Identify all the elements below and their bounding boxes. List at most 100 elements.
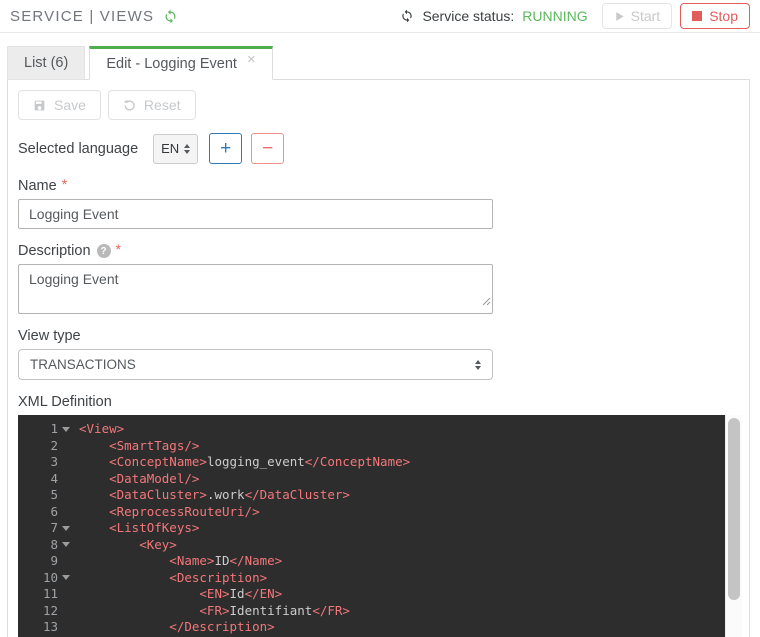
fold-arrow-icon[interactable] (58, 537, 74, 554)
code-line: 8 <Key> (18, 537, 725, 554)
close-tab-icon[interactable]: × (247, 51, 256, 68)
line-number: 10 (42, 569, 58, 585)
description-label: Description (18, 243, 91, 259)
stop-icon (692, 11, 703, 21)
name-input[interactable] (18, 199, 493, 229)
code-line: 5 <DataCluster>.work</DataCluster> (18, 487, 725, 504)
code-text: <DataModel/> (109, 470, 200, 486)
name-label: Name (18, 178, 57, 194)
gutter-spacer (58, 619, 74, 636)
gutter-spacer (58, 553, 74, 570)
line-number: 1 (50, 421, 58, 436)
code-line: 3 <ConceptName>logging_event</ConceptName… (18, 454, 725, 471)
gutter-spacer (58, 471, 74, 488)
gutter-spacer (58, 586, 74, 603)
service-status-value: RUNNING (522, 8, 588, 24)
page-title: SERVICE | VIEWS (10, 7, 155, 25)
code-line: 13 </Description> (18, 619, 725, 636)
view-type-field: View type TRANSACTIONS (18, 328, 739, 380)
add-language-button[interactable]: + (209, 133, 243, 164)
editor-scrollbar[interactable] (725, 415, 742, 637)
line-number: 2 (50, 437, 58, 453)
save-button[interactable]: Save (18, 90, 101, 120)
code-text: <View> (79, 421, 125, 436)
scrollbar-thumb[interactable] (728, 418, 740, 600)
view-type-label: View type (18, 328, 81, 344)
code-line: 7 <ListOfKeys> (18, 520, 725, 537)
help-icon[interactable]: ? (96, 244, 111, 258)
code-line: 2 <SmartTags/> (18, 438, 725, 455)
code-line: 9 <Name>ID</Name> (18, 553, 725, 570)
top-bar: SERVICE | VIEWS Service status: RUNNING … (0, 0, 760, 33)
stop-button[interactable]: Stop (680, 3, 750, 29)
line-number: 11 (42, 586, 58, 601)
edit-panel: Save Reset Selected language EN + − Name… (7, 79, 750, 637)
description-field: Description? * Logging Event (18, 241, 739, 314)
gutter-spacer (58, 603, 74, 620)
stop-button-label: Stop (709, 8, 738, 24)
xml-editor[interactable]: 1 <View> 2 <SmartTags/> 3 <ConceptName>loggin… (18, 415, 742, 637)
remove-language-button[interactable]: − (251, 133, 285, 164)
code-line: 12 <FR>Identifiant</FR> (18, 603, 725, 620)
code-text: <ListOfKeys> (109, 520, 200, 535)
select-arrows-icon (475, 359, 481, 370)
reset-button-label: Reset (143, 97, 181, 113)
xml-definition-label: XML Definition (18, 394, 112, 410)
code-text: <Key> (139, 536, 177, 552)
toolbar: Save Reset (18, 90, 739, 120)
code-line: 6 <ReprocessRouteUri/> (18, 504, 725, 521)
tab-label: List (6) (24, 55, 69, 71)
select-arrows-icon (184, 143, 191, 154)
tab-list-6[interactable]: List (6) (7, 46, 86, 80)
code-text: <Description> (169, 569, 268, 585)
code-text: <DataCluster>.work</DataCluster> (109, 487, 350, 502)
gutter-spacer (58, 454, 74, 471)
undo-icon (123, 99, 136, 112)
line-number: 5 (50, 487, 58, 502)
code-text: <ReprocessRouteUri/> (109, 503, 260, 519)
refresh-status-icon[interactable] (400, 9, 414, 23)
line-number: 12 (42, 602, 58, 618)
line-number: 6 (50, 503, 58, 519)
xml-definition-field: XML Definition 1 <View> 2 <SmartTags/> 3 <Con… (18, 394, 742, 637)
line-number: 8 (50, 536, 58, 552)
language-select[interactable]: EN (153, 133, 199, 164)
save-button-label: Save (54, 97, 86, 113)
code-text: <FR>Identifiant</FR> (199, 602, 350, 618)
reset-button[interactable]: Reset (107, 90, 196, 120)
gutter-spacer (58, 438, 74, 455)
code-line: 4 <DataModel/> (18, 471, 725, 488)
selected-language-label: Selected language (18, 140, 139, 157)
language-select-value: EN (161, 141, 180, 156)
start-button-label: Start (630, 8, 661, 24)
code-text: <Name>ID</Name> (169, 553, 283, 568)
code-area[interactable]: 1 <View> 2 <SmartTags/> 3 <ConceptName>loggin… (18, 415, 725, 637)
line-number: 4 (50, 470, 58, 486)
service-status-label: Service status: (422, 8, 515, 24)
line-number: 7 (50, 520, 58, 535)
code-line: 11 <EN>Id</EN> (18, 586, 725, 603)
required-marker: * (61, 176, 68, 192)
refresh-views-icon[interactable] (163, 9, 178, 24)
tab-bar: List (6) Edit - Logging Event × (0, 46, 760, 80)
gutter-spacer (58, 487, 74, 504)
code-line: 10 <Description> (18, 570, 725, 587)
code-text: <EN>Id</EN> (199, 586, 283, 601)
fold-arrow-icon[interactable] (58, 570, 74, 587)
line-number: 3 (50, 454, 58, 469)
view-type-select[interactable]: TRANSACTIONS (18, 349, 493, 380)
required-marker: * (115, 241, 121, 257)
code-text: <SmartTags/> (109, 437, 200, 453)
tab-edit-logging-event[interactable]: Edit - Logging Event × (89, 46, 273, 80)
description-textarea[interactable]: Logging Event (18, 264, 493, 314)
save-icon (33, 99, 46, 112)
start-button[interactable]: Start (601, 3, 673, 29)
fold-arrow-icon[interactable] (58, 520, 74, 537)
gutter-spacer (58, 504, 74, 521)
view-type-value: TRANSACTIONS (30, 357, 136, 372)
language-row: Selected language EN + − (18, 133, 739, 164)
code-line: 1 <View> (18, 421, 725, 438)
fold-arrow-icon[interactable] (58, 421, 74, 438)
code-text: <ConceptName>logging_event</ConceptName> (109, 454, 411, 469)
name-field: Name * (18, 176, 739, 229)
